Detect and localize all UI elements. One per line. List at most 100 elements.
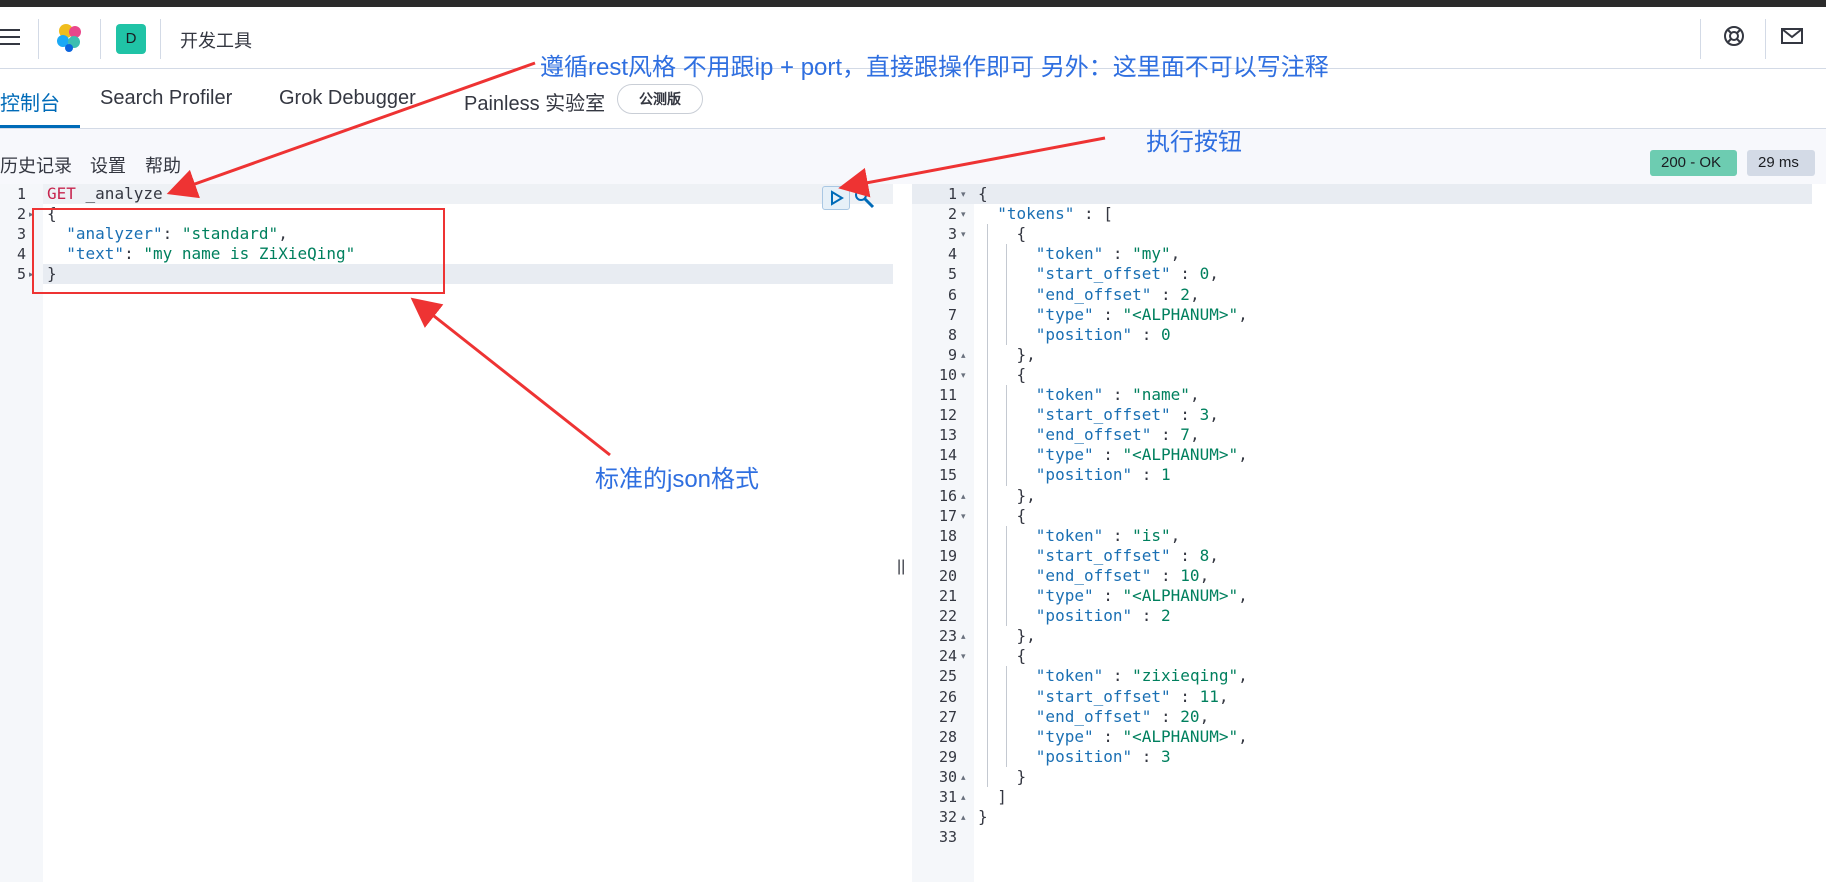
code-line: { [978, 646, 1027, 666]
tab-grok-debugger[interactable]: Grok Debugger [279, 87, 416, 110]
wrench-icon[interactable] [852, 186, 876, 210]
fold-toggle-icon[interactable]: ▾ [961, 506, 966, 526]
code-line: "end_offset" : 20, [1035, 706, 1210, 726]
line-number: 10 [938, 365, 957, 384]
line-number: 22 [938, 607, 957, 626]
code-line: { [978, 184, 988, 203]
line-number: 13 [938, 426, 957, 445]
line-number: 26 [938, 687, 957, 706]
indent-guide [1006, 666, 1007, 767]
code-line: "token" : "name", [1035, 385, 1200, 404]
code-line: "type" : "<ALPHANUM>", [1035, 586, 1248, 605]
code-line: { [978, 505, 1027, 525]
fold-toggle-icon[interactable]: ▴ [961, 626, 966, 646]
mail-icon[interactable] [1779, 23, 1805, 49]
header-separator [1700, 19, 1701, 59]
code-line: { [978, 364, 1027, 384]
play-icon [831, 190, 844, 206]
active-tab-indicator [0, 125, 80, 128]
header-separator [160, 19, 161, 59]
code-line: ] [978, 787, 1007, 806]
code-line: "token" : "zixieqing", [1035, 666, 1248, 686]
settings-link[interactable]: 设置 [90, 152, 126, 178]
header-separator [1765, 19, 1766, 59]
line-number: 7 [947, 305, 957, 324]
line-number: 32 [938, 808, 957, 827]
menu-icon[interactable] [0, 29, 20, 47]
line-number: 12 [938, 406, 957, 425]
code-line: "tokens" : [ [997, 204, 1113, 224]
rest-annotation: 遵循rest风格 不用跟ip + port，直接跟操作即可 另外：这里面不可以写… [540, 54, 1329, 81]
beta-badge: 公测版 [617, 84, 703, 114]
fold-toggle-icon[interactable]: ▾ [961, 184, 966, 204]
resize-handle[interactable]: || [897, 558, 905, 576]
response-editor[interactable]: 1 ▾{2 ▾ "tokens" : [3 ▾ {4 "token" : "my", 5… [912, 184, 1826, 882]
code-line: { [978, 224, 1027, 244]
line-number: 20 [938, 566, 957, 585]
line-number: 16 [938, 486, 957, 505]
line-number: 4 [947, 245, 957, 264]
code-line: "start_offset" : 0, [1035, 264, 1219, 284]
fold-toggle-icon[interactable]: ▴ [961, 345, 966, 365]
fold-toggle-icon[interactable]: ▴ [961, 807, 966, 827]
line-number: 24 [938, 647, 957, 666]
indent-guide [1006, 525, 1007, 627]
run-request-button[interactable] [822, 186, 850, 210]
elastic-logo-icon[interactable] [54, 21, 86, 53]
help-link[interactable]: 帮助 [145, 152, 181, 178]
line-number: 14 [938, 446, 957, 465]
json-annotation: 标准的json格式 [595, 466, 760, 493]
line-number: 17 [938, 506, 957, 525]
code-line: "start_offset" : 11, [1035, 686, 1229, 706]
app-title[interactable]: 开发工具 [180, 27, 252, 53]
fold-toggle-icon[interactable]: ▾ [961, 224, 966, 244]
line-number: 31 [938, 788, 957, 806]
space-avatar[interactable]: D [116, 24, 146, 54]
code-line: "type" : "<ALPHANUM>", [1035, 726, 1248, 746]
code-line: } [978, 766, 1027, 786]
json-highlight-box [32, 208, 445, 294]
line-number: 30 [938, 767, 957, 786]
code-line: "start_offset" : 8, [1035, 545, 1219, 565]
code-line: "token" : "my", [1035, 244, 1181, 264]
history-link[interactable]: 历史记录 [0, 152, 72, 178]
fold-toggle-icon[interactable]: ▴ [961, 767, 966, 787]
line-number: 28 [938, 727, 957, 746]
window-top-strip [0, 0, 1826, 7]
code-line: "type" : "<ALPHANUM>", [1035, 304, 1248, 324]
line-number: 3 [16, 225, 26, 243]
duration-badge: 29 ms [1747, 150, 1815, 176]
fold-toggle-icon[interactable]: ▴ [961, 486, 966, 506]
tab-painless-lab[interactable]: Painless 实验室 [464, 87, 605, 116]
code-line: "start_offset" : 3, [1035, 405, 1219, 425]
line-number: 5 [16, 265, 26, 283]
code-line: GET _analyze [47, 184, 163, 203]
console-toolbar: 历史记录 设置 帮助 200 - OK 29 ms [0, 129, 1826, 184]
fold-toggle-icon[interactable]: ▾ [961, 646, 966, 666]
fold-toggle-icon[interactable]: ▾ [961, 365, 966, 385]
tab-console[interactable]: 控制台 [0, 87, 60, 116]
line-number: 25 [938, 667, 957, 686]
request-highlight-line [43, 184, 893, 204]
header-separator [38, 19, 39, 59]
line-number: 3 [947, 225, 957, 244]
line-number: 2 [947, 205, 957, 224]
line-number: 2 [16, 205, 26, 223]
line-number: 4 [16, 245, 26, 263]
header-separator [100, 19, 101, 59]
line-number: 8 [947, 325, 957, 344]
run-annotation: 执行按钮 [1146, 129, 1242, 156]
line-number: 1 [16, 185, 26, 203]
fold-toggle-icon[interactable]: ▾ [961, 204, 966, 224]
code-line: } [978, 807, 988, 827]
status-badge: 200 - OK [1650, 150, 1737, 176]
line-number: 21 [938, 587, 957, 605]
indent-guide [1006, 244, 1007, 345]
code-line: "type" : "<ALPHANUM>", [1035, 445, 1248, 465]
line-number: 18 [938, 526, 957, 545]
tab-search-profiler[interactable]: Search Profiler [100, 87, 232, 110]
line-number: 33 [938, 828, 957, 847]
fold-toggle-icon[interactable]: ▴ [961, 787, 966, 807]
indent-guide [987, 224, 988, 787]
help-icon[interactable] [1721, 23, 1747, 49]
